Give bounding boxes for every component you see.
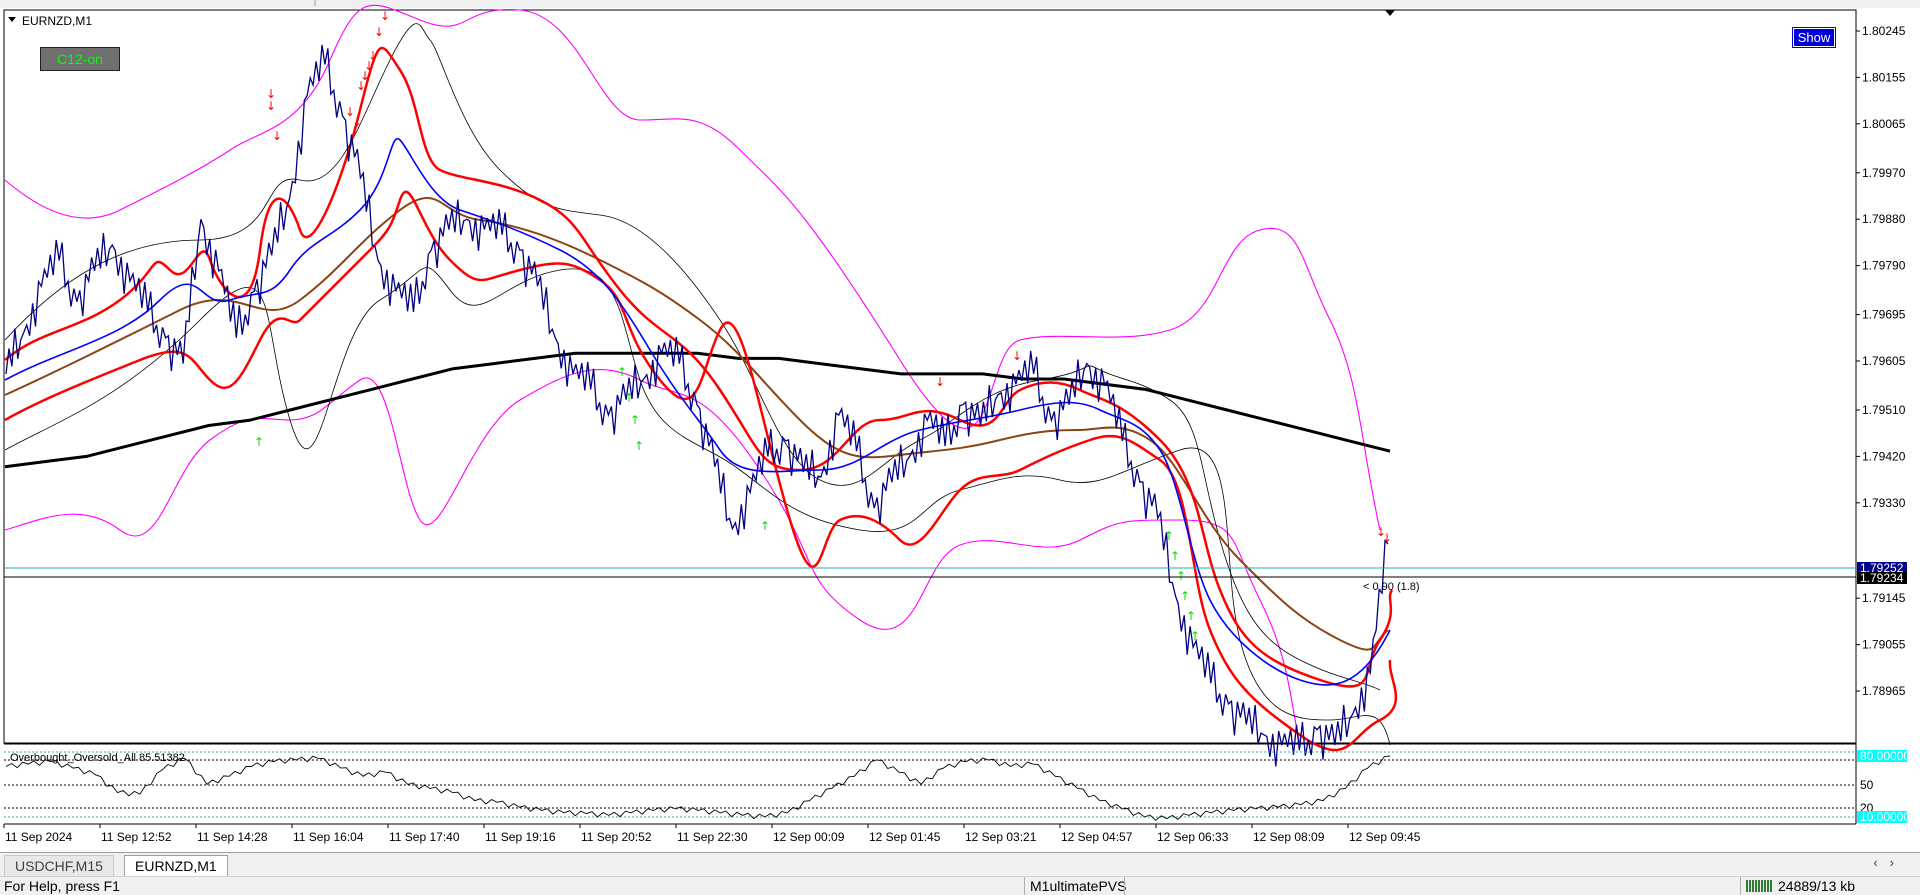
time-axis-label: 11 Sep 2024 <box>5 830 72 844</box>
tab-scroll-arrows[interactable]: ‹› <box>1873 855 1906 870</box>
price-axis-label: 1.79880 <box>1862 212 1906 226</box>
buy-arrow-icon: ↑ <box>617 365 627 379</box>
sell-arrow-icon: ↓ <box>935 375 945 389</box>
buy-arrow-icon: ↑ <box>1180 589 1190 603</box>
price-axis-label: 1.80065 <box>1862 117 1906 131</box>
show-button[interactable]: Show <box>1792 27 1836 48</box>
time-axis-label: 12 Sep 08:09 <box>1253 830 1325 844</box>
buy-arrow-icon: ↑ <box>1164 529 1174 543</box>
oscillator-line <box>5 755 1391 821</box>
buy-arrow-icon: ↑ <box>630 413 640 427</box>
chart-frame <box>3 9 1857 744</box>
price-axis: 1.80245 1.80155 1.80065 1.79970 1.79880 1.797… <box>1856 24 1906 698</box>
osc-level-tag-10-text: 10.00000 <box>1860 810 1910 824</box>
status-help-text: For Help, press F1 <box>4 878 120 894</box>
time-axis: 11 Sep 2024 11 Sep 12:52 11 Sep 14:28 11 Se… <box>3 824 1421 844</box>
time-axis-label: 11 Sep 20:52 <box>581 830 652 844</box>
price-axis-label: 1.79330 <box>1862 496 1906 510</box>
osc-level-tag-80-text: 80.00000 <box>1860 749 1910 763</box>
tab-scroll-right-icon[interactable]: › <box>1890 855 1906 870</box>
sell-arrow-icon: ↓ <box>352 115 362 129</box>
buy-arrow-icon: ↑ <box>1176 569 1186 583</box>
chart-window[interactable]: EURNZD,M1 ↓ ↓ ↓ ↓ ↓ ↓ ↓ ↓ ↓ ↓ ↓ ↓ ↓ ↓ ↓ … <box>0 0 1920 894</box>
osc-level-50-label: 50 <box>1860 778 1874 792</box>
status-separator <box>1740 877 1741 895</box>
buy-arrow-icon: ↑ <box>1190 629 1200 643</box>
price-axis-label: 1.79605 <box>1862 354 1906 368</box>
time-axis-label: 11 Sep 16:04 <box>293 830 364 844</box>
price-axis-label: 1.79695 <box>1862 308 1906 322</box>
price-axis-label: 1.79970 <box>1862 166 1906 180</box>
tab-scroll-left-icon[interactable]: ‹ <box>1873 855 1889 870</box>
spread-label: < 0.90 (1.8) <box>1363 581 1420 593</box>
price-axis-label: 1.80245 <box>1862 24 1906 38</box>
c12-toggle-button[interactable]: C12-on <box>40 47 120 71</box>
buy-arrow-icon: ↑ <box>760 519 770 533</box>
bid-price-tag-text: 1.79234 <box>1860 571 1904 585</box>
sell-arrow-icon: ↓ <box>266 99 276 113</box>
time-axis-label: 11 Sep 14:28 <box>197 830 268 844</box>
sell-arrow-icon: ↓ <box>380 9 390 23</box>
status-profile[interactable]: M1ultimatePVS <box>1030 878 1126 895</box>
sell-arrow-icon: ↓ <box>272 129 282 143</box>
time-axis-label: 12 Sep 01:45 <box>869 830 941 844</box>
chart-tab-bar: USDCHF,M15 EURNZD,M1 ‹› <box>0 852 1920 877</box>
time-axis-label: 11 Sep 19:16 <box>485 830 556 844</box>
time-axis-label: 12 Sep 03:21 <box>965 830 1037 844</box>
status-separator <box>1024 877 1025 895</box>
toolbar-strip <box>0 0 1920 8</box>
time-axis-label: 12 Sep 04:57 <box>1061 830 1133 844</box>
time-axis-label: 12 Sep 00:09 <box>773 830 845 844</box>
connection-status-icon[interactable] <box>1746 880 1772 892</box>
time-axis-label: 12 Sep 09:45 <box>1349 830 1421 844</box>
buy-arrow-icon: ↑ <box>624 391 634 405</box>
status-traffic: 24889/13 kb <box>1778 878 1856 894</box>
status-separator <box>1124 877 1125 895</box>
tab-usdchf-m15[interactable]: USDCHF,M15 <box>4 855 114 877</box>
buy-arrow-icon: ↑ <box>1186 609 1196 623</box>
sell-arrow-icon: ↓ <box>374 25 384 39</box>
price-axis-label: 1.79510 <box>1862 403 1906 417</box>
symbol-title: EURNZD,M1 <box>22 14 92 28</box>
price-axis-label: 1.78965 <box>1862 684 1906 698</box>
status-bar: For Help, press F1 M1ultimatePVS 24889/1… <box>0 876 1920 895</box>
price-axis-label: 1.79055 <box>1862 638 1906 652</box>
tab-eurnzd-m1[interactable]: EURNZD,M1 <box>124 855 228 876</box>
price-axis-label: 1.80155 <box>1862 70 1906 84</box>
time-axis-label: 11 Sep 17:40 <box>389 830 460 844</box>
buy-arrow-icon: ↑ <box>254 435 264 449</box>
buy-arrow-icon: ↑ <box>1170 549 1180 563</box>
price-axis-label: 1.79790 <box>1862 259 1906 273</box>
time-axis-label: 11 Sep 12:52 <box>101 830 172 844</box>
price-axis-label: 1.79145 <box>1862 591 1906 605</box>
sell-arrow-icon: ↓ <box>1382 531 1392 545</box>
sell-arrow-icon: ↓ <box>368 49 378 63</box>
oscillator-title: Overbought_Oversold_All 85.51382 <box>10 752 185 764</box>
time-axis-label: 12 Sep 06:33 <box>1157 830 1229 844</box>
price-axis-label: 1.79420 <box>1862 449 1906 463</box>
time-axis-label: 11 Sep 22:30 <box>677 830 748 844</box>
buy-arrow-icon: ↑ <box>634 439 644 453</box>
sell-arrow-icon: ↓ <box>1012 349 1022 363</box>
